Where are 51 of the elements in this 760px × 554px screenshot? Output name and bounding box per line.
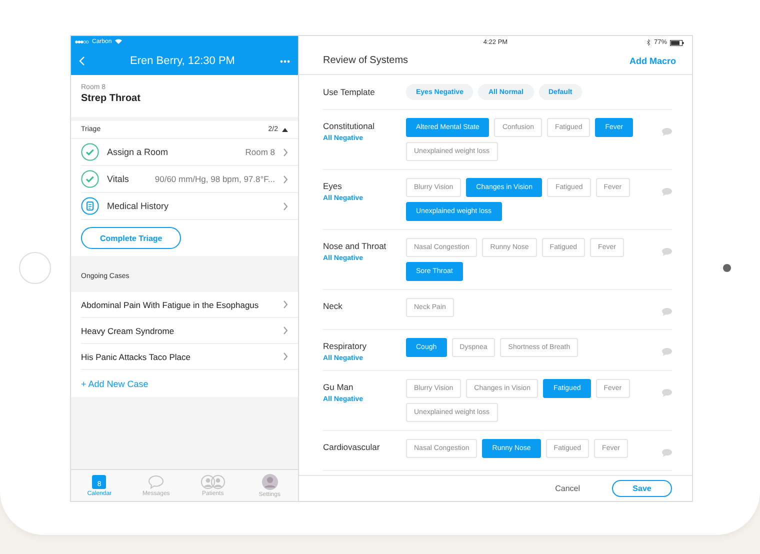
system-name: Respiratory	[323, 341, 368, 351]
header-title: Eren Berry, 12:30 PM	[130, 55, 235, 67]
triage-item-label: Vitals	[107, 174, 129, 184]
chevron-right-icon	[283, 202, 288, 210]
comment-icon[interactable]	[662, 128, 672, 136]
triage-item-value: 90/60 mm/Hg, 98 bpm, 97.8°F...	[154, 174, 275, 184]
battery-icon	[670, 40, 684, 46]
triage-item[interactable]: Assign a Room Room 8	[81, 139, 298, 166]
triage-item[interactable]: Vitals 90/60 mm/Hg, 98 bpm, 97.8°F...	[81, 166, 298, 193]
system-name: Cardiovascular	[323, 442, 381, 452]
triage-item-label: Assign a Room	[107, 147, 168, 157]
chevron-right-icon	[283, 174, 288, 184]
comment-icon[interactable]	[662, 449, 672, 457]
more-icon[interactable]	[280, 60, 290, 62]
camera-dot	[722, 264, 730, 272]
bluetooth-icon	[646, 39, 651, 46]
chevron-right-icon	[283, 300, 288, 309]
comment-icon[interactable]	[662, 348, 672, 356]
signal-icon	[75, 40, 89, 44]
template-label: Use Template	[323, 87, 376, 97]
triage-item-value: Room 8	[245, 147, 275, 157]
triage-item-label: Medical History	[107, 201, 169, 211]
chevron-right-icon	[283, 326, 288, 335]
chevron-right-icon	[283, 148, 288, 156]
comment-icon[interactable]	[662, 308, 672, 316]
system-name: Gu Man	[323, 382, 354, 392]
comment-icon[interactable]	[662, 389, 672, 397]
case-item[interactable]: Heavy Cream Syndrome	[81, 318, 298, 344]
complete-triage-button[interactable]: Complete Triage	[81, 227, 182, 249]
chevron-right-icon	[283, 352, 288, 361]
add-case-link[interactable]: + Add New Case	[81, 378, 148, 388]
panel-title: Review of Systems	[323, 55, 408, 66]
system-name: Neck	[323, 301, 344, 311]
system-name: Eyes	[323, 181, 343, 191]
wifi-icon	[114, 39, 122, 44]
cancel-button[interactable]: Cancel	[549, 483, 586, 494]
avatar-icon	[262, 474, 278, 490]
comment-icon[interactable]	[662, 248, 672, 256]
system-name: Constitutional	[323, 121, 376, 131]
people-icon	[200, 474, 226, 488]
system-name: Nose and Throat	[323, 241, 388, 251]
add-macro-button[interactable]: Add Macro	[629, 56, 676, 66]
case-title: Strep Throat	[81, 93, 142, 104]
case-item[interactable]: Abdominal Pain With Fatigue in the Esophagus	[81, 292, 298, 318]
case-item[interactable]: His Panic Attacks Taco Place	[81, 344, 298, 370]
comment-icon[interactable]	[662, 188, 672, 196]
save-button[interactable]: Save	[612, 480, 672, 497]
speech-bubble-icon	[148, 474, 164, 488]
caret-icon	[282, 128, 288, 132]
home-button[interactable]	[19, 252, 51, 284]
back-button[interactable]	[79, 56, 85, 66]
